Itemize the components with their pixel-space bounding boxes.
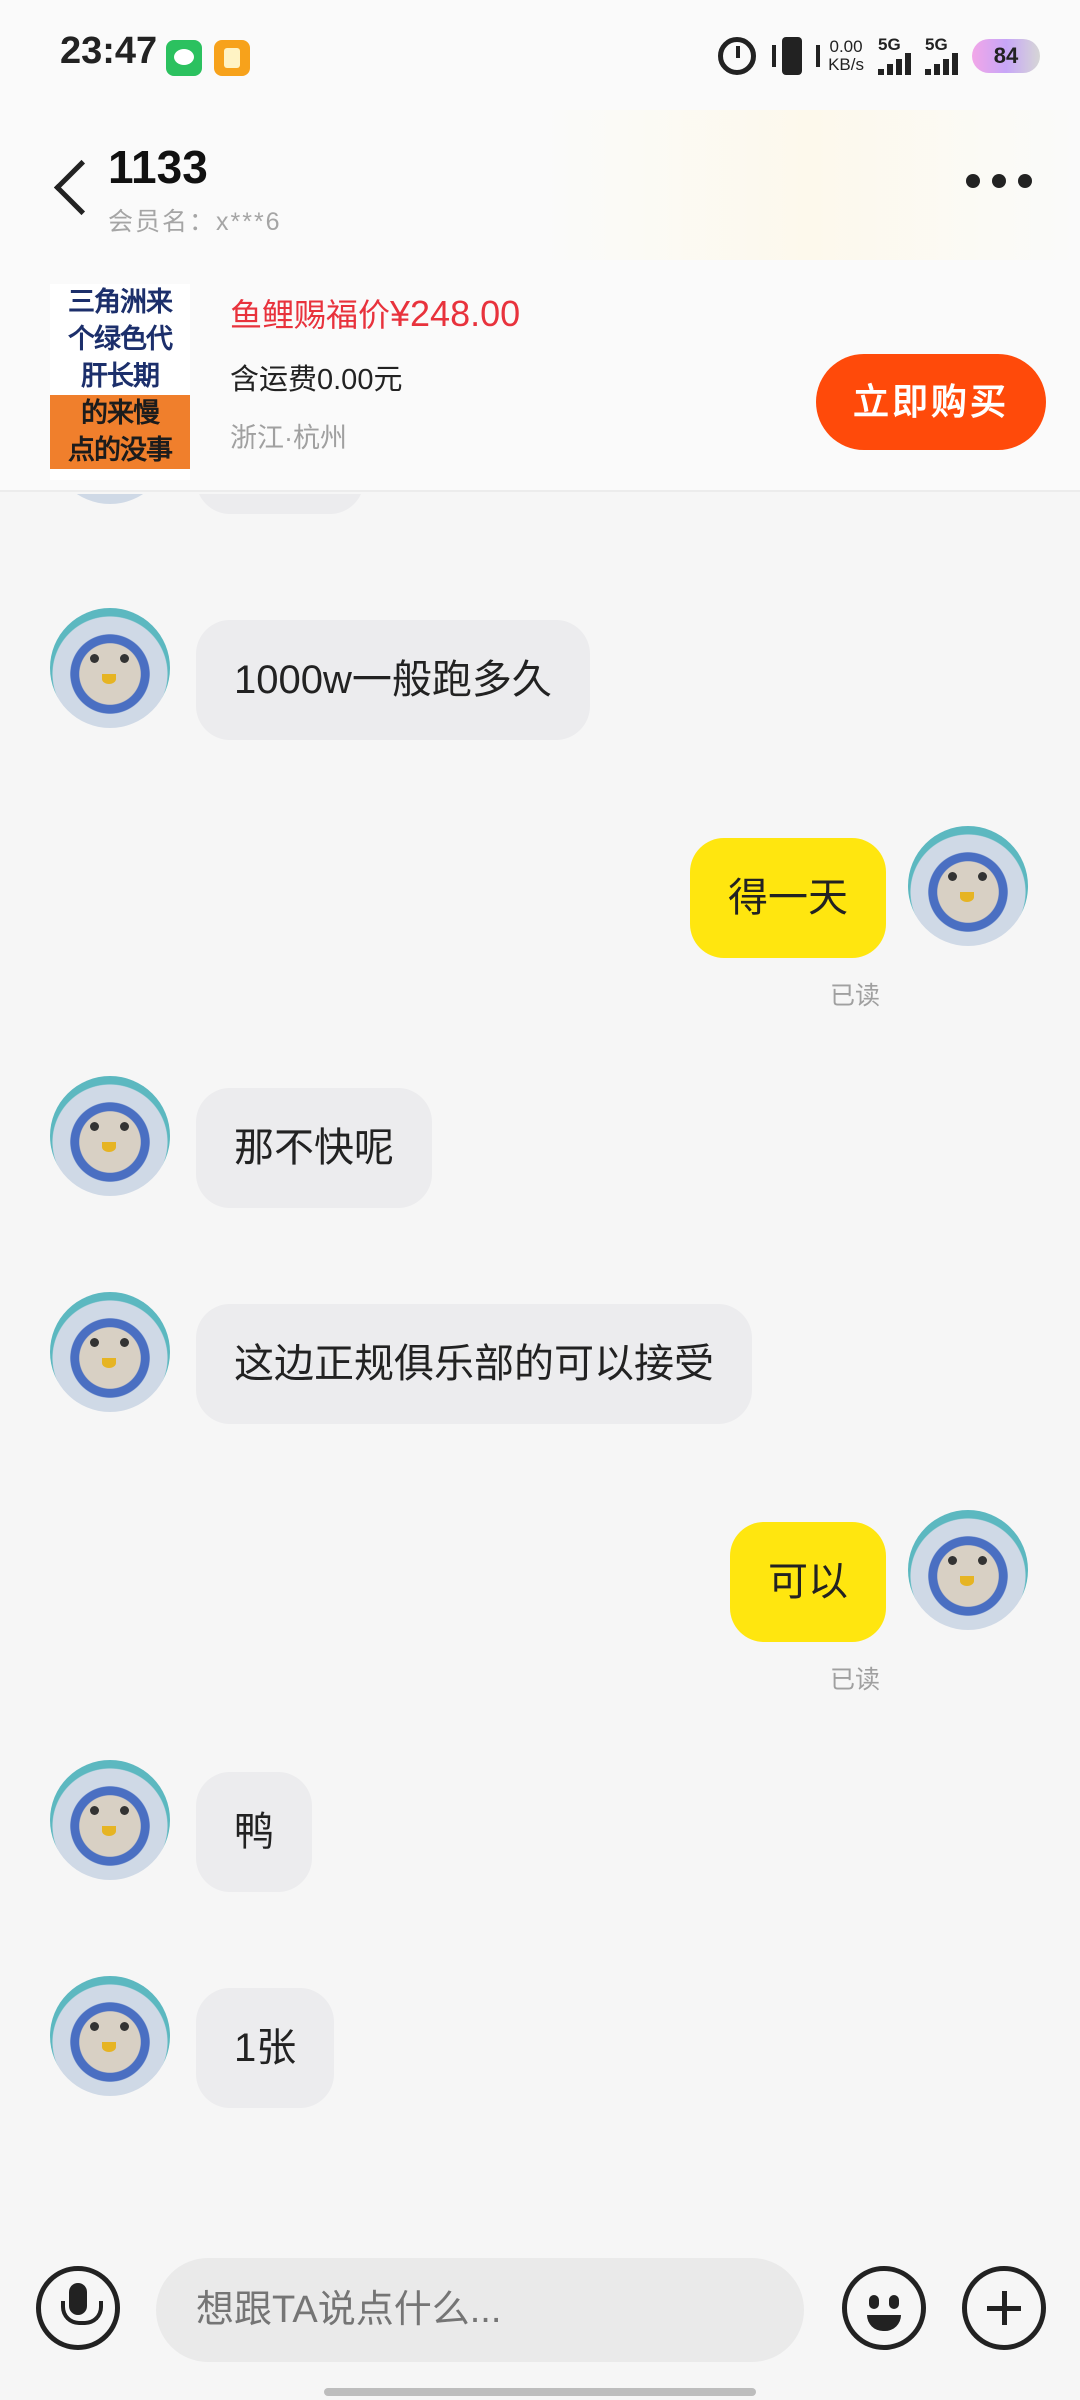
message-bubble-incoming[interactable]: 那不快呢: [196, 1088, 432, 1208]
status-indicators: 0.00 KB/s 5G 5G 84: [718, 34, 1040, 78]
message-bubble-incoming[interactable]: 鸭: [196, 1772, 312, 1892]
vibrate-icon: [770, 37, 821, 75]
chat-messages[interactable]: 1000w一般跑多久 得一天 已读 那不快呢 这边正规俱乐部的可以接受 可以 已…: [0, 494, 1080, 2234]
avatar[interactable]: [50, 1976, 170, 2096]
chat-title: 1133: [108, 141, 208, 193]
battery-icon: 84: [972, 39, 1040, 73]
back-icon[interactable]: [52, 156, 92, 216]
alarm-icon: [718, 37, 757, 75]
message-bubble-incoming[interactable]: 1张: [196, 1988, 335, 2108]
avatar[interactable]: [50, 608, 170, 728]
product-card[interactable]: 三角洲来 个绿色代 肝长期 的来慢 点的没事 鱼鲤赐福价¥248.00 含运费0…: [0, 260, 1080, 492]
sim1-label: 5G: [878, 35, 901, 54]
avatar[interactable]: [50, 494, 170, 504]
message-bubble-incoming[interactable]: 1000w一般跑多久: [196, 620, 590, 740]
message-input[interactable]: [156, 2258, 804, 2362]
avatar[interactable]: [50, 1760, 170, 1880]
product-price-line: 鱼鲤赐福价¥248.00: [230, 290, 520, 336]
emoji-icon[interactable]: [842, 2266, 926, 2350]
add-icon[interactable]: [962, 2266, 1046, 2350]
status-time: 23:47: [60, 30, 158, 72]
promo-label: 鱼鲤赐福价: [230, 297, 391, 333]
product-price: ¥248.00: [390, 293, 521, 334]
status-bar: 23:47 0.00 KB/s 5G 5G 84: [0, 0, 1080, 110]
sim2-signal-bars: [925, 53, 958, 75]
product-thumbnail[interactable]: 三角洲来 个绿色代 肝长期 的来慢 点的没事: [50, 284, 190, 480]
message-bubble-outgoing[interactable]: 可以: [730, 1522, 886, 1642]
signal-icon: 5G: [878, 35, 911, 75]
wechat-icon: [166, 40, 202, 76]
thumb-text-line: 点的没事: [50, 432, 190, 469]
microphone-icon[interactable]: [36, 2266, 120, 2350]
thumb-text-line: 的来慢: [50, 395, 190, 432]
product-location: 浙江·杭州: [230, 423, 347, 453]
read-receipt: 已读: [830, 1666, 881, 1694]
avatar[interactable]: [50, 1076, 170, 1196]
member-name: 会员名：x***6: [108, 208, 282, 236]
avatar[interactable]: [50, 1292, 170, 1412]
shipping-info: 含运费0.00元: [230, 364, 403, 396]
network-speed-value: 0.00: [829, 37, 863, 56]
signal-icon: 5G: [925, 35, 958, 75]
network-speed: 0.00 KB/s: [828, 38, 864, 74]
notes-icon: [214, 40, 250, 76]
network-speed-unit: KB/s: [828, 55, 864, 74]
sim2-label: 5G: [925, 35, 948, 54]
thumb-text-line: 三角洲来: [68, 287, 173, 318]
thumb-text-line: 肝长期: [81, 361, 160, 392]
message-bubble-incoming[interactable]: [196, 494, 364, 514]
more-icon[interactable]: [966, 174, 1032, 190]
thumb-text-line: 个绿色代: [68, 324, 173, 355]
home-indicator[interactable]: [324, 2388, 756, 2396]
buy-now-button[interactable]: 立即购买: [816, 354, 1046, 450]
message-bubble-outgoing[interactable]: 得一天: [690, 838, 886, 958]
avatar[interactable]: [908, 1510, 1028, 1630]
avatar[interactable]: [908, 826, 1028, 946]
input-bar: [0, 2234, 1080, 2400]
sim1-signal-bars: [878, 53, 911, 75]
read-receipt: 已读: [830, 982, 881, 1010]
message-bubble-incoming[interactable]: 这边正规俱乐部的可以接受: [196, 1304, 752, 1424]
chat-header: 1133 会员名：x***6: [0, 110, 1080, 260]
